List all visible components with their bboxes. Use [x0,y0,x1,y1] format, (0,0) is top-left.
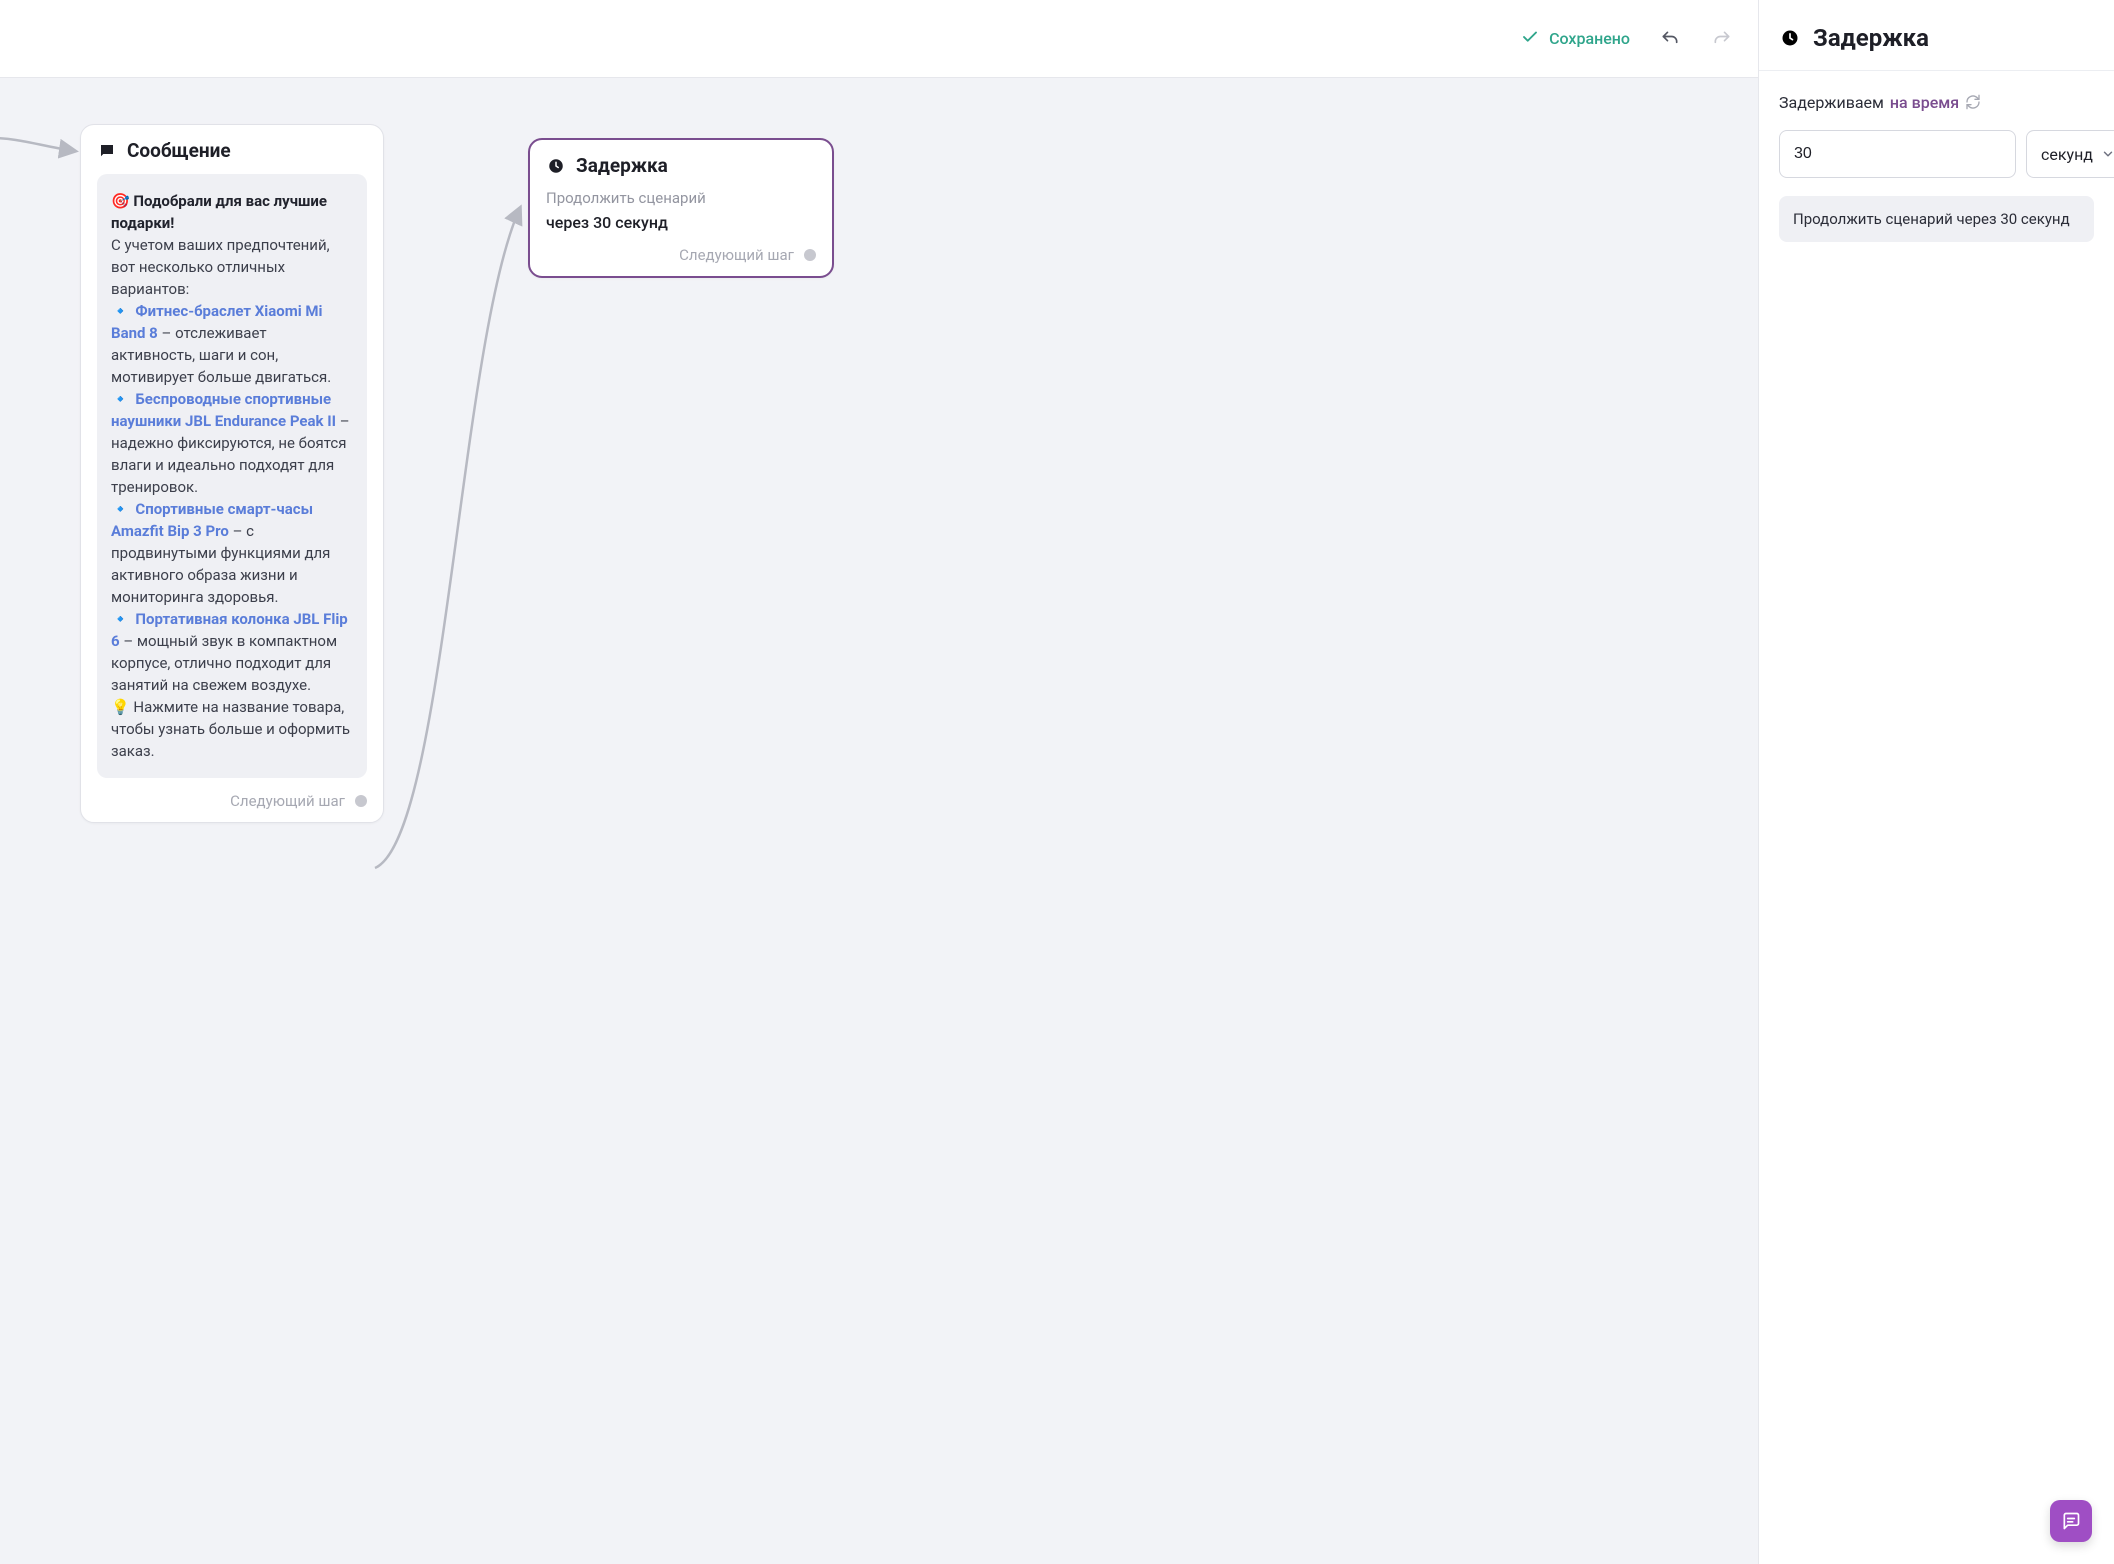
saved-label: Сохранено [1549,29,1630,48]
clock-icon [546,156,566,176]
saved-indicator: Сохранено [1521,28,1630,50]
canvas-area: Сохранено Сообщение [0,0,1758,1564]
swap-mode-icon[interactable] [1965,94,1983,112]
chevron-down-icon [2101,147,2114,161]
node-title: Сообщение [127,139,231,162]
delay-unit-label: секунд [2041,145,2093,164]
support-chat-button[interactable] [2050,1500,2092,1542]
node-title: Задержка [576,154,668,177]
delay-value-text: через 30 секунд [546,213,816,232]
mode-label: Задерживаем [1779,93,1884,112]
delay-unit-select[interactable]: секунд [2026,130,2114,178]
product-desc: – мощный звук в компактном корпусе, отли… [111,632,337,694]
outlet-dot-icon[interactable] [355,795,367,807]
next-step-outlet[interactable]: Следующий шаг [97,792,367,810]
product-link[interactable]: Беспроводные спортивные наушники JBL End… [111,390,336,430]
message-body: 🎯 Подобрали для вас лучшие подарки! С уч… [97,174,367,778]
delay-node[interactable]: Задержка Продолжить сценарий через 30 се… [528,138,834,278]
message-intro: С учетом ваших предпочтений, вот несколь… [111,234,353,300]
message-node[interactable]: Сообщение 🎯 Подобрали для вас лучшие под… [80,124,384,823]
redo-button[interactable] [1710,27,1734,51]
check-icon [1521,28,1539,50]
next-step-label: Следующий шаг [679,246,794,264]
delay-value-input[interactable] [1779,130,2016,178]
panel-header: Задержка [1759,0,2114,71]
product-link[interactable]: Спортивные смарт-часы Amazfit Bip 3 Pro [111,500,313,540]
topbar: Сохранено [0,0,1758,78]
outlet-dot-icon[interactable] [804,249,816,261]
panel-title: Задержка [1813,24,1929,52]
clock-icon [1779,27,1801,49]
node-header: Задержка [546,154,816,177]
delay-summary: Продолжить сценарий через 30 секунд [1779,196,2094,242]
panel-body: Задерживаем на время секунд Продолжить с… [1759,71,2114,264]
properties-panel: Задержка Задерживаем на время секунд Про… [1758,0,2114,1564]
delay-mode-row: Задерживаем на время [1779,93,2094,112]
next-step-label: Следующий шаг [230,792,345,810]
undo-button[interactable] [1658,27,1682,51]
next-step-outlet[interactable]: Следующий шаг [546,246,816,264]
message-headline: 🎯 Подобрали для вас лучшие подарки! [111,192,327,232]
delay-subtitle: Продолжить сценарий [546,189,816,207]
message-hint: 💡 Нажмите на название товара, чтобы узна… [111,696,353,762]
node-header: Сообщение [97,139,367,162]
message-icon [97,141,117,161]
canvas[interactable]: Сообщение 🎯 Подобрали для вас лучшие под… [0,78,1758,1564]
delay-value-row: секунд [1779,130,2094,178]
mode-value[interactable]: на время [1890,93,1959,112]
